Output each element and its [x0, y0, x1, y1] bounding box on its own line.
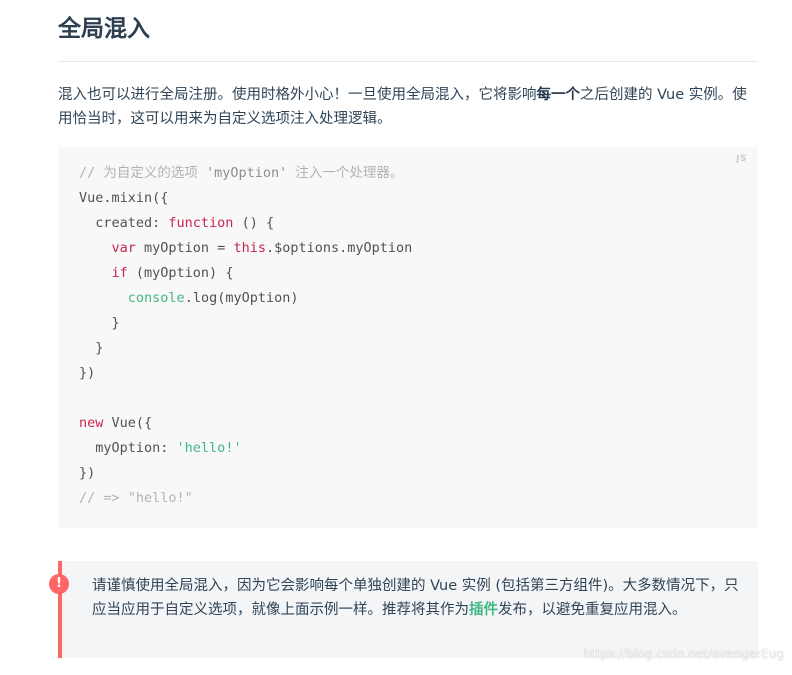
exclamation-icon: !	[49, 574, 69, 594]
code-keyword: var	[111, 240, 136, 256]
heading-divider	[58, 61, 758, 62]
code-text: myOption:	[79, 440, 177, 456]
code-text: (myOption) {	[127, 265, 234, 281]
code-text: Vue({	[103, 415, 153, 431]
code-keyword: function	[168, 215, 234, 231]
code-line-7: }	[79, 315, 120, 331]
plugin-link[interactable]: 插件	[469, 602, 498, 618]
code-line-14: // => "hello!"	[79, 490, 193, 506]
watermark: https://blog.csdn.net/avengerEug	[583, 647, 784, 661]
code-line-4: var myOption = this.$options.myOption	[79, 236, 413, 261]
intro-text-1: 混入也可以进行全局注册。使用时格外小心！一旦使用全局混入，它将影响	[58, 87, 537, 103]
code-keyword: new	[79, 415, 104, 431]
code-line-3: created: function () {	[79, 211, 412, 236]
code-text: .log(myOption)	[184, 290, 299, 306]
code-line-13: })	[79, 465, 96, 481]
code-builtin: console	[127, 290, 185, 306]
tip-text-2: 发布，以避免重复应用混入。	[498, 602, 687, 618]
code-comment: // 为自定义的选项	[79, 165, 207, 181]
code-block[interactable]: JS // 为自定义的选项 'myOption' 注入一个处理器。 Vue.mi…	[58, 147, 758, 528]
code-text: () {	[233, 215, 275, 231]
code-line-2: Vue.mixin({	[79, 190, 169, 206]
code-text: created:	[79, 215, 169, 231]
code-comment: 注入一个处理器。	[287, 165, 404, 181]
code-line-9: })	[79, 365, 96, 381]
tip-text: 请谨慎使用全局混入，因为它会影响每个单独创建的 Vue 实例 (包括第三方组件)…	[92, 574, 752, 622]
code-line-5: if (myOption) {	[79, 261, 412, 286]
code-text: myOption =	[135, 240, 234, 256]
code-comment-ident: 'myOption'	[206, 165, 288, 181]
code-text: .$options.myOption	[265, 240, 413, 256]
code-line-11: new Vue({	[79, 411, 412, 436]
intro-paragraph: 混入也可以进行全局注册。使用时格外小心！一旦使用全局混入，它将影响每一个之后创建…	[58, 83, 758, 131]
code-line-1: // 为自定义的选项 'myOption' 注入一个处理器。	[79, 161, 412, 186]
code-keyword: this	[233, 240, 266, 256]
code-line-8: }	[79, 340, 104, 356]
warning-tip: ! 请谨慎使用全局混入，因为它会影响每个单独创建的 Vue 实例 (包括第三方组…	[49, 561, 758, 658]
code-language-label: JS	[736, 154, 747, 164]
code-line-6: console.log(myOption)	[79, 286, 412, 311]
section-heading: 全局混入	[58, 16, 150, 42]
code-line-12: myOption: 'hello!'	[79, 436, 412, 461]
code-keyword: if	[111, 265, 128, 281]
intro-bold: 每一个	[536, 87, 581, 103]
code-lines: // 为自定义的选项 'myOption' 注入一个处理器。 Vue.mixin…	[79, 161, 412, 511]
code-string: 'hello!'	[176, 440, 242, 456]
